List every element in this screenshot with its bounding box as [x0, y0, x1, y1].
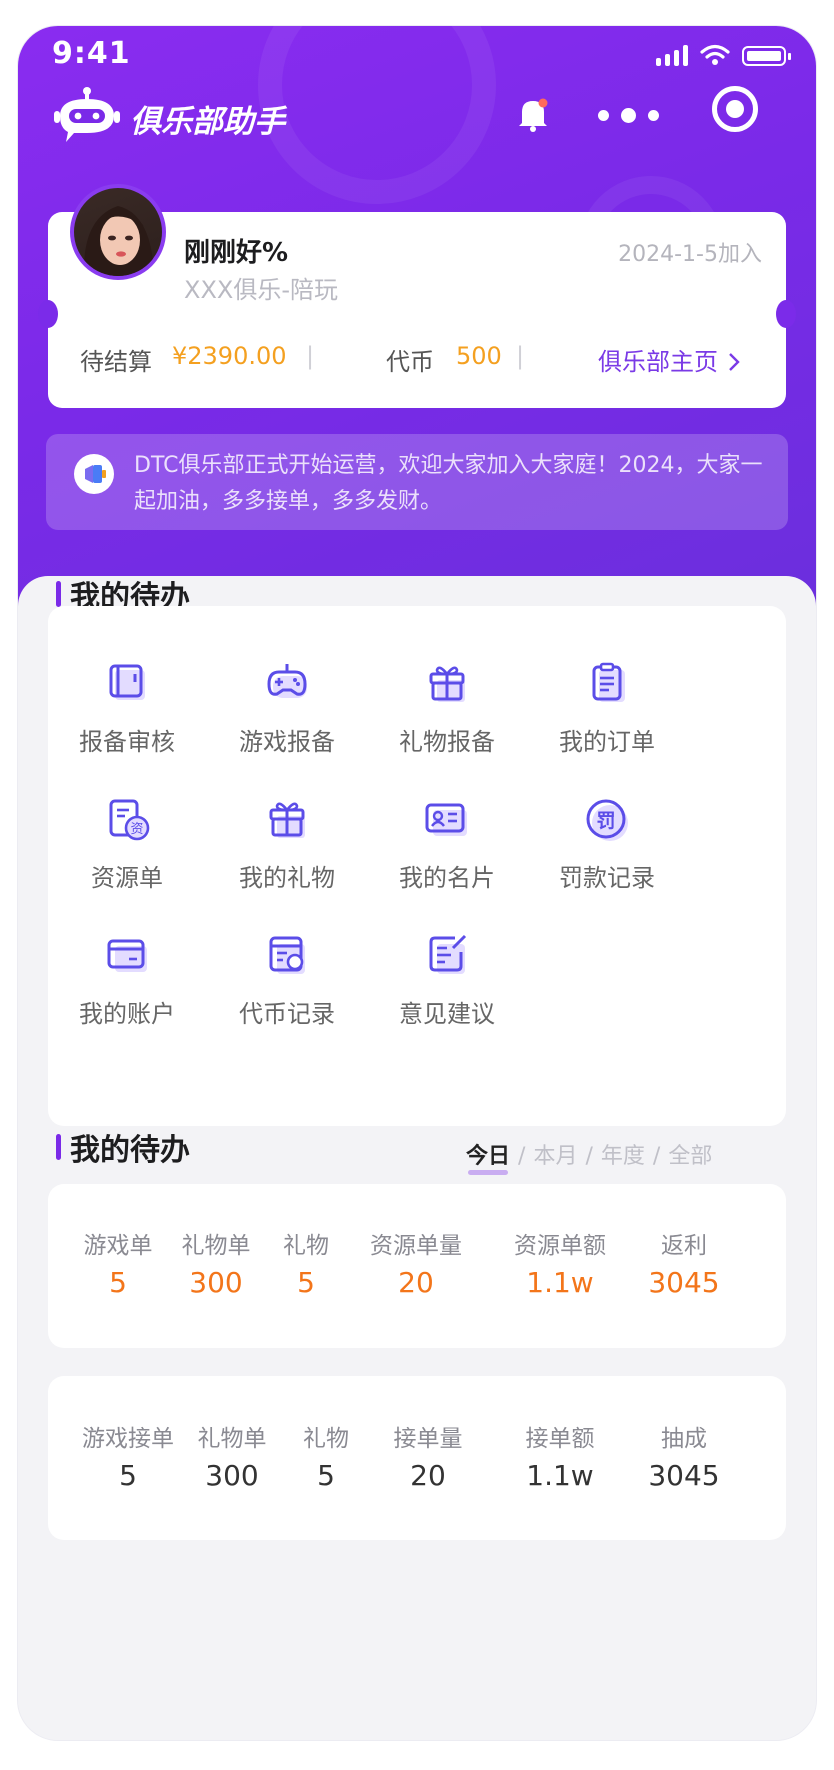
section-accent-bar [56, 581, 61, 607]
todo-item-label: 意见建议 [399, 1000, 495, 1028]
coin-label: 代币 [386, 348, 434, 376]
club-home-link[interactable]: 俱乐部主页 [598, 342, 740, 377]
club-role: XXX俱乐-陪玩 [184, 276, 338, 304]
stat-value: 1.1w [526, 1266, 594, 1299]
robot-logo-icon [54, 87, 120, 142]
todo-item-label: 我的账户 [79, 1000, 175, 1028]
announcement-text: DTC俱乐部正式开始运营，欢迎大家加入大家庭！2024，大家一起加油，多多接单，… [134, 453, 763, 514]
fine-icon: 罚 [586, 799, 628, 841]
stat-value: 3045 [648, 1459, 720, 1492]
join-date: 2024-1-5加入 [618, 242, 762, 267]
time-range-tabs: 今日 / 本月 / 年度 / 全部 [466, 1138, 712, 1170]
stat-accepted-count: 接单量 20 [358, 1419, 498, 1492]
stat-label: 资源单额 [514, 1233, 606, 1259]
more-options-button[interactable] [598, 108, 659, 123]
tab-all[interactable]: 全部 [668, 1144, 712, 1169]
status-icons [656, 44, 791, 66]
todo-item-label: 礼物报备 [399, 728, 495, 756]
wallet-icon [107, 939, 147, 972]
stat-label: 返利 [661, 1233, 707, 1259]
todo-item-label: 罚款记录 [559, 864, 655, 892]
avatar[interactable] [70, 184, 166, 280]
stat-label: 抽成 [661, 1426, 707, 1452]
avatar-portrait-image [83, 206, 154, 276]
tab-separator: / [652, 1144, 661, 1169]
todo-item-label: 我的礼物 [239, 864, 335, 892]
pending-settlement-label: 待结算 [80, 348, 152, 376]
battery-icon [742, 46, 791, 66]
todo-item-my-card[interactable]: 我的名片 [367, 796, 527, 893]
todo-item-game-report[interactable]: 游戏报备 [207, 660, 367, 757]
folder-review-icon [109, 664, 145, 700]
header-background: 9:41 俱乐部助手 刚刚好% 2024-1-5加入 XXX俱乐-陪玩 待结算 … [18, 26, 816, 646]
todo-item-label: 我的名片 [399, 864, 495, 892]
close-miniprogram-button[interactable] [712, 86, 758, 132]
divider: | [516, 342, 525, 370]
stat-resource-count: 资源单量 20 [346, 1226, 486, 1299]
stat-label: 资源单量 [370, 1233, 462, 1259]
tab-year[interactable]: 年度 [601, 1144, 645, 1169]
todo-item-label: 代币记录 [239, 1000, 335, 1028]
status-time: 9:41 [52, 36, 131, 71]
chevron-right-icon [728, 353, 740, 371]
todo-item-gift-report[interactable]: 礼物报备 [367, 660, 527, 757]
todo-item-label: 游戏报备 [239, 728, 335, 756]
announcement-banner[interactable]: DTC俱乐部正式开始运营，欢迎大家加入大家庭！2024，大家一起加油，多多接单，… [46, 434, 788, 530]
megaphone-icon [74, 454, 114, 494]
stat-value: 3045 [648, 1266, 720, 1299]
club-home-link-label: 俱乐部主页 [598, 348, 718, 376]
coin-value: 500 [456, 342, 502, 370]
coin-record-icon [269, 936, 305, 974]
card-notch [776, 300, 796, 328]
todo-item-label: 资源单 [91, 864, 163, 892]
id-card-icon [425, 803, 467, 836]
stat-rebate: 返利 3045 [614, 1226, 754, 1299]
resource-glyph: 资 [130, 822, 143, 837]
stat-label: 接单量 [393, 1426, 463, 1452]
todo-item-label: 我的订单 [559, 728, 655, 756]
gamepad-icon [267, 664, 307, 698]
stats-section-title: 我的待办 [70, 1133, 190, 1168]
decor-circle [258, 26, 496, 204]
stat-commission: 抽成 3045 [614, 1419, 754, 1492]
tab-separator: / [585, 1144, 593, 1169]
stat-value: 1.1w [526, 1459, 594, 1492]
signal-icon [656, 44, 688, 66]
stat-label: 接单额 [525, 1426, 595, 1452]
gift-box-icon [269, 802, 305, 838]
gift-icon [429, 666, 465, 702]
tab-this-month[interactable]: 本月 [533, 1144, 577, 1169]
pending-settlement-value: ¥2390.00 [172, 342, 287, 370]
bell-icon[interactable] [516, 96, 550, 132]
phone-screen: 9:41 俱乐部助手 刚刚好% 2024-1-5加入 XXX俱乐-陪玩 待结算 … [18, 26, 816, 1740]
feedback-icon [429, 934, 467, 974]
todo-item-resource-order[interactable]: 资 资源单 [47, 796, 207, 893]
todo-item-report-review[interactable]: 报备审核 [47, 660, 207, 757]
user-name: 刚刚好% [184, 238, 289, 268]
resource-document-icon: 资 [109, 799, 150, 841]
stat-value: 20 [398, 1266, 434, 1299]
tab-separator: / [518, 1144, 526, 1169]
balance-row: 待结算 ¥2390.00 | 代币 500 | 俱乐部主页 [48, 342, 786, 378]
todo-item-my-orders[interactable]: 我的订单 [527, 660, 687, 757]
card-notch [38, 300, 58, 328]
todo-item-my-account[interactable]: 我的账户 [47, 932, 207, 1029]
stat-accepted-amount: 接单额 1.1w [490, 1419, 630, 1492]
section-accent-bar [56, 1134, 61, 1160]
todo-item-my-gifts[interactable]: 我的礼物 [207, 796, 367, 893]
wifi-icon [700, 44, 730, 65]
stat-value: 20 [410, 1459, 446, 1492]
todo-item-fine-records[interactable]: 罚 罚款记录 [527, 796, 687, 893]
todo-item-feedback[interactable]: 意见建议 [367, 932, 527, 1029]
tab-today[interactable]: 今日 [466, 1144, 510, 1169]
stat-resource-amount: 资源单额 1.1w [490, 1226, 630, 1299]
fine-glyph: 罚 [596, 810, 615, 832]
divider: | [306, 342, 315, 370]
todo-item-label: 报备审核 [79, 728, 175, 756]
todo-item-coin-records[interactable]: 代币记录 [207, 932, 367, 1029]
clipboard-icon [592, 662, 625, 702]
app-title: 俱乐部助手 [130, 104, 285, 140]
